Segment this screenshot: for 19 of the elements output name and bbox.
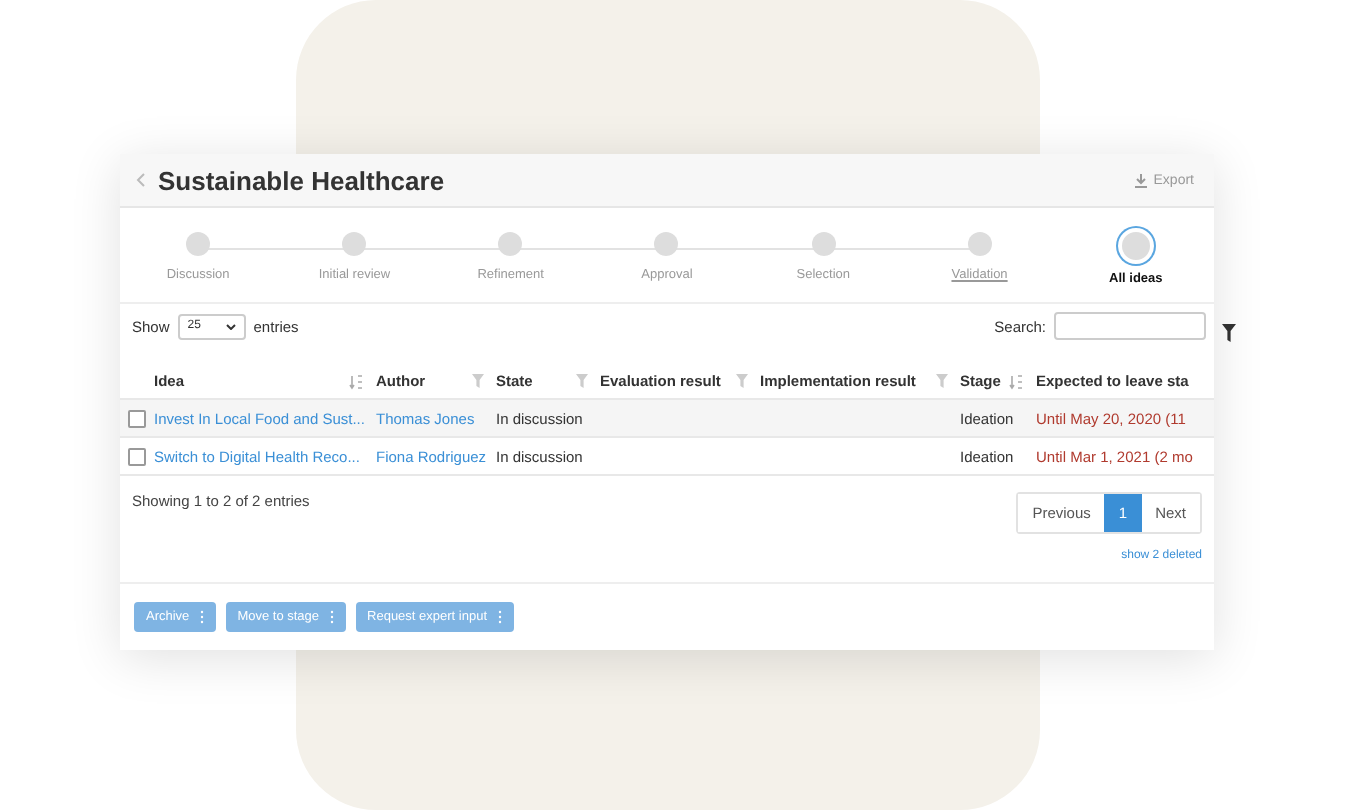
- search-field[interactable]: [1054, 312, 1206, 340]
- sort-icon[interactable]: [1008, 373, 1024, 389]
- stage-dot[interactable]: [654, 232, 679, 256]
- page-title: Sustainable Healthcare: [158, 165, 447, 195]
- back-icon[interactable]: [136, 172, 146, 188]
- stage-dot[interactable]: [967, 232, 992, 256]
- filter-icon[interactable]: [1222, 324, 1236, 342]
- sort-icon[interactable]: [348, 373, 364, 389]
- stage-dot[interactable]: [811, 232, 836, 256]
- more-icon: [199, 610, 204, 624]
- chevron-down-icon: [225, 323, 236, 329]
- stage-dot[interactable]: [1117, 228, 1154, 264]
- stage-dot[interactable]: [342, 232, 367, 256]
- stage-dot[interactable]: [498, 232, 523, 256]
- download-icon: [1133, 173, 1148, 187]
- stage-dot[interactable]: [186, 232, 211, 256]
- more-icon: [329, 610, 334, 624]
- row-checkbox[interactable]: [128, 409, 146, 427]
- row-checkbox[interactable]: [128, 447, 146, 465]
